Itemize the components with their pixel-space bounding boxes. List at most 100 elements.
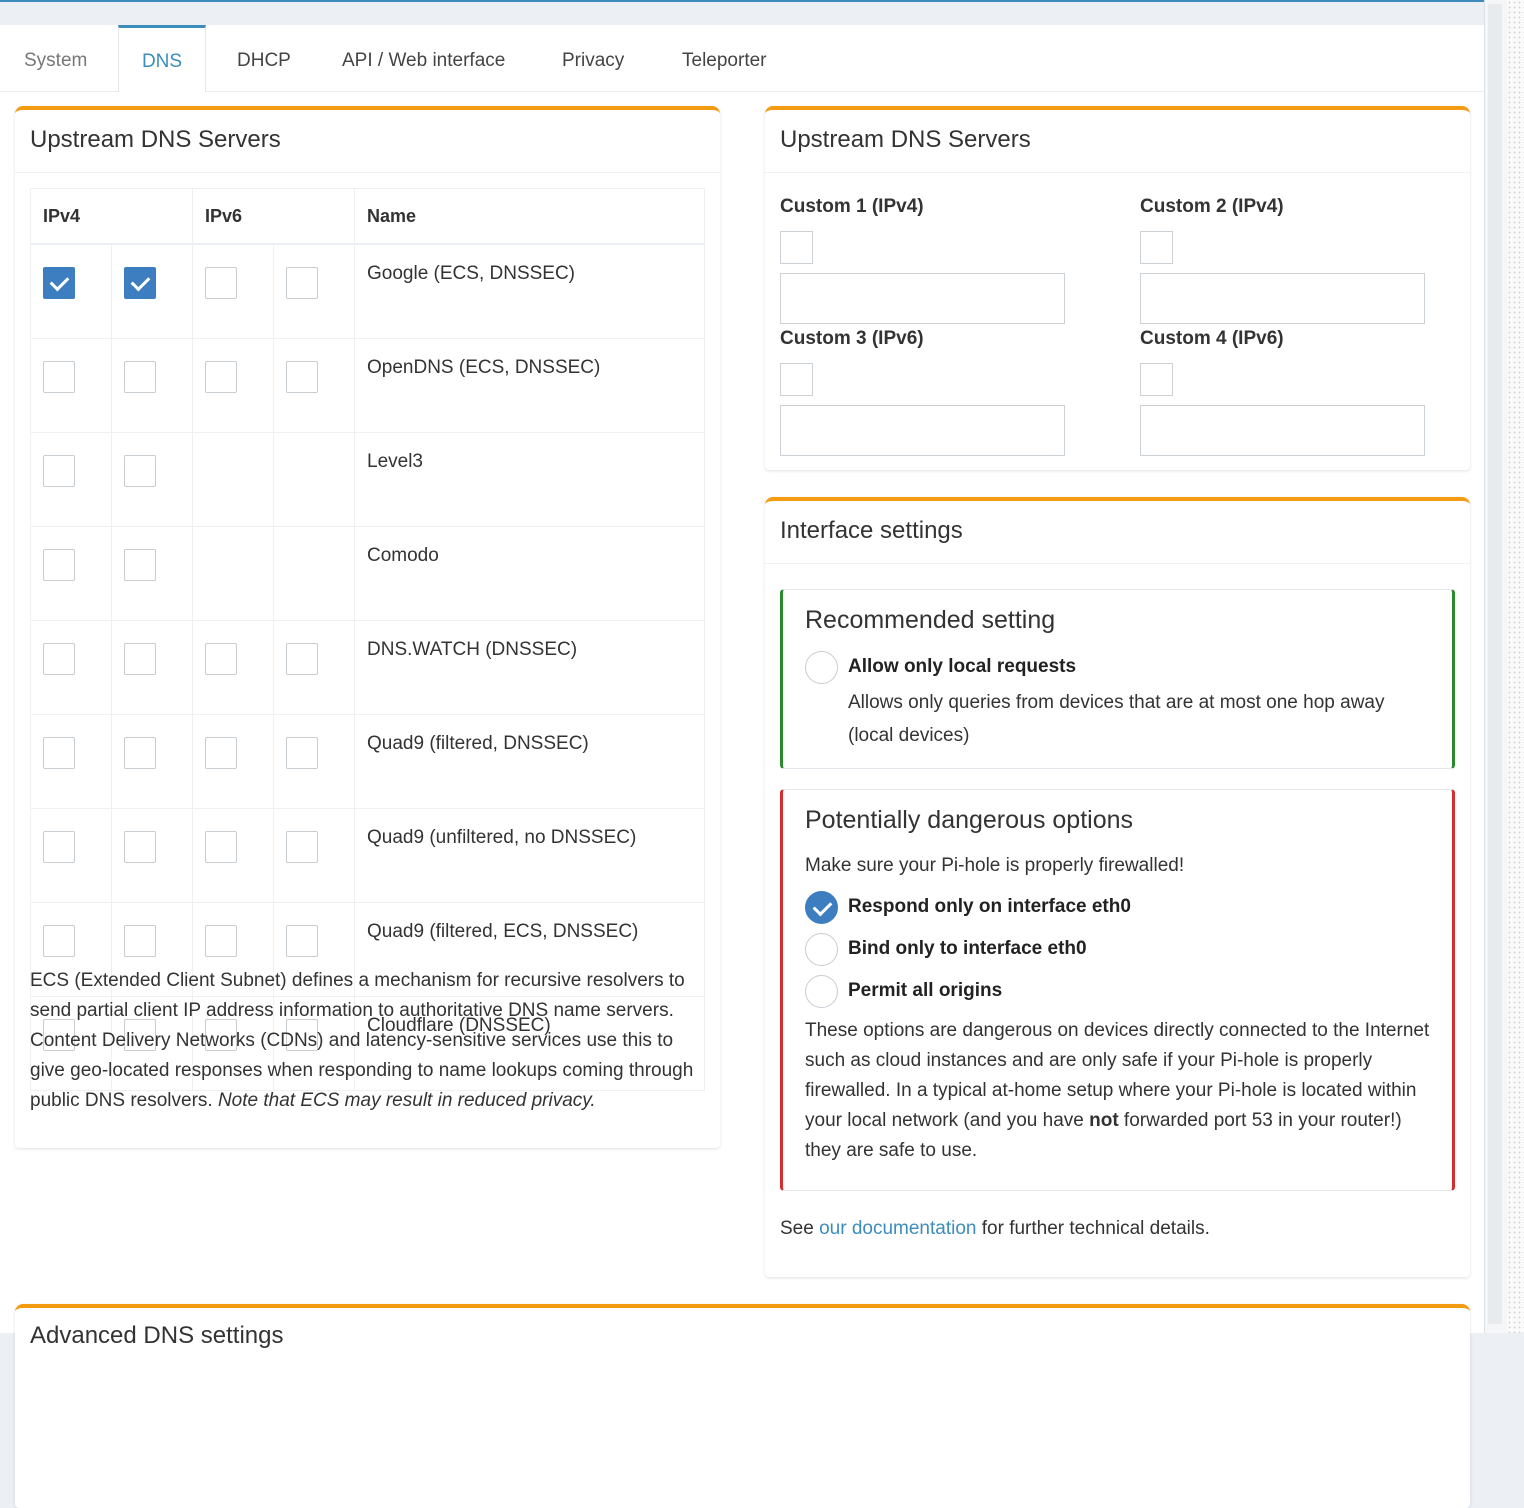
server-name: Level3 [354,432,705,527]
bind-eth0-radio[interactable] [805,933,838,966]
custom1-checkbox[interactable] [780,231,813,264]
table-header-row: IPv4 IPv6 Name [30,188,705,245]
upstream-dns-list-box: Upstream DNS Servers IPv4 IPv6 Name Goog… [15,106,720,1148]
scrollbar-thumb[interactable] [1488,4,1502,1324]
documentation-note: See our documentation for further techni… [780,1214,1210,1244]
box-header: Upstream DNS Servers [765,110,1470,173]
ipv4-checkbox-1[interactable] [43,361,75,393]
ipv6-checkbox-2[interactable] [286,925,318,957]
documentation-link[interactable]: our documentation [819,1218,976,1239]
tab-privacy[interactable]: Privacy [562,25,624,91]
upstream-dns-custom-box: Upstream DNS Servers Custom 1 (IPv4) Cus… [765,106,1470,470]
ipv4-checkbox-2[interactable] [124,267,156,299]
permit-all-radio[interactable] [805,975,838,1008]
ipv6-checkbox-1[interactable] [205,361,237,393]
ipv6-checkbox-2[interactable] [286,643,318,675]
checkbox-cell [273,714,355,809]
upstream-dns-table: IPv4 IPv6 Name Google (ECS, DNSSEC) OpenD… [30,188,705,1091]
ipv4-checkbox-1[interactable] [43,549,75,581]
server-name: Quad9 (filtered, DNSSEC) [354,714,705,809]
ipv4-checkbox-2[interactable] [124,361,156,393]
allow-local-label[interactable]: Allow only local requests [848,656,1076,678]
upstream-dns-list-title: Upstream DNS Servers [30,126,281,153]
ipv6-checkbox-1[interactable] [205,643,237,675]
checkbox-cell [111,432,193,527]
ipv4-checkbox-2[interactable] [124,455,156,487]
custom1-label: Custom 1 (IPv4) [780,196,924,217]
checkbox-cell [192,714,274,809]
recommended-setting-callout: Recommended setting Allow only local req… [780,589,1455,769]
custom1-input[interactable] [780,273,1065,324]
tab-system[interactable]: System [24,25,87,91]
tab-dns[interactable]: DNS [118,25,206,92]
ipv6-checkbox-2[interactable] [286,831,318,863]
checkbox-cell [273,338,355,433]
custom3-checkbox[interactable] [780,363,813,396]
server-name: Google (ECS, DNSSEC) [354,243,705,339]
ipv4-checkbox-2[interactable] [124,737,156,769]
custom4-input[interactable] [1140,405,1425,456]
tab-dhcp[interactable]: DHCP [237,25,291,91]
tab-api-web-interface[interactable]: API / Web interface [342,25,505,91]
ipv6-checkbox-2[interactable] [286,361,318,393]
ipv4-checkbox-2[interactable] [124,643,156,675]
respond-eth0-radio[interactable] [805,891,838,924]
ipv6-checkbox-1[interactable] [205,831,237,863]
checkbox-cell [30,808,112,903]
allow-local-radio[interactable] [805,651,838,684]
ipv4-checkbox-2[interactable] [124,549,156,581]
checkbox-cell [111,808,193,903]
table-row: OpenDNS (ECS, DNSSEC) [30,338,705,433]
checkbox-cell [273,432,355,527]
ipv6-checkbox-2[interactable] [286,737,318,769]
server-name: Quad9 (unfiltered, no DNSSEC) [354,808,705,903]
custom4-checkbox[interactable] [1140,363,1173,396]
ipv4-checkbox-2[interactable] [124,831,156,863]
respond-eth0-label[interactable]: Respond only on interface eth0 [848,896,1131,918]
checkbox-cell [111,338,193,433]
checkbox-cell [273,808,355,903]
custom2-checkbox[interactable] [1140,231,1173,264]
bind-eth0-label[interactable]: Bind only to interface eth0 [848,938,1087,960]
ipv4-checkbox-1[interactable] [43,455,75,487]
box-header: Upstream DNS Servers [15,110,720,173]
tab-teleporter[interactable]: Teleporter [682,25,767,91]
dangerous-options-callout: Potentially dangerous options Make sure … [780,789,1455,1191]
ipv6-checkbox-1[interactable] [205,925,237,957]
checkbox-cell [192,620,274,715]
top-accent-line [0,0,1506,2]
ipv4-checkbox-1[interactable] [43,831,75,863]
ipv4-checkbox-1[interactable] [43,643,75,675]
checkbox-cell [273,620,355,715]
ipv6-checkbox-1[interactable] [205,737,237,769]
checkbox-cell [30,243,112,339]
custom2-input[interactable] [1140,273,1425,324]
checkbox-cell [192,808,274,903]
table-row: Quad9 (filtered, DNSSEC) [30,714,705,809]
permit-all-label[interactable]: Permit all origins [848,980,1002,1002]
ecs-privacy-note: Note that ECS may result in reduced priv… [217,1090,596,1111]
ipv6-checkbox-2[interactable] [286,267,318,299]
table-row: Quad9 (unfiltered, no DNSSEC) [30,808,705,903]
ipv4-checkbox-2[interactable] [124,925,156,957]
ipv6-checkbox-1[interactable] [205,267,237,299]
dangerous-options-description: These options are dangerous on devices d… [805,1016,1430,1166]
server-name: DNS.WATCH (DNSSEC) [354,620,705,715]
checkbox-cell [30,714,112,809]
custom3-input[interactable] [780,405,1065,456]
name-column-header: Name [354,188,705,245]
interface-settings-box: Interface settings Recommended setting A… [765,497,1470,1277]
advanced-dns-box: Advanced DNS settings [15,1304,1470,1508]
ipv4-checkbox-1[interactable] [43,737,75,769]
ipv4-checkbox-1[interactable] [43,267,75,299]
checkbox-cell [30,526,112,621]
ecs-explanation: ECS (Extended Client Subnet) defines a m… [30,966,710,1116]
ipv4-column-header: IPv4 [30,188,193,245]
table-row: DNS.WATCH (DNSSEC) [30,620,705,715]
checkbox-cell [111,526,193,621]
checkbox-cell [30,620,112,715]
server-name: Comodo [354,526,705,621]
custom2-label: Custom 2 (IPv4) [1140,196,1284,217]
ipv4-checkbox-1[interactable] [43,925,75,957]
checkbox-cell [111,243,193,339]
